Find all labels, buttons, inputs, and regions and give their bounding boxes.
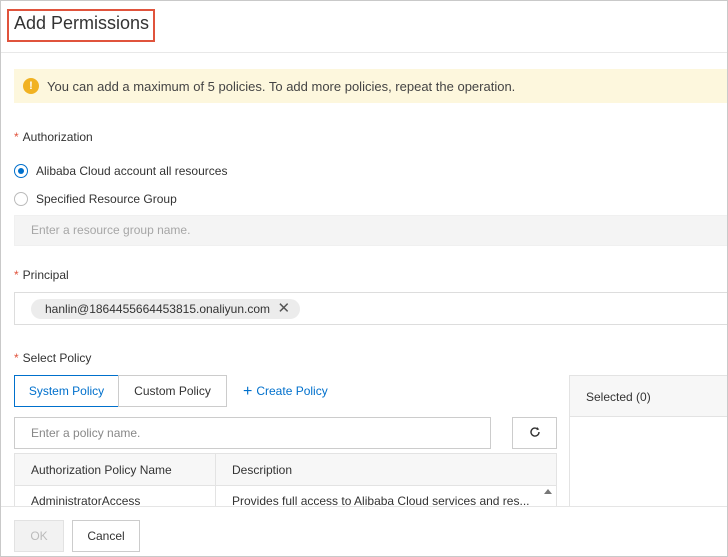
ok-button[interactable]: OK [14, 520, 64, 552]
close-icon[interactable]: ✕ [277, 299, 290, 319]
tab-system-policy[interactable]: System Policy [14, 375, 119, 407]
selected-count: Selected (0) [586, 390, 651, 404]
required-mark: * [14, 268, 19, 282]
select-policy-label: * Select Policy [14, 351, 91, 365]
resource-group-input[interactable]: Enter a resource group name. [14, 215, 727, 246]
column-header-description: Description [232, 463, 293, 477]
scroll-up-arrow-icon[interactable] [544, 489, 552, 494]
notice-banner: ! You can add a maximum of 5 policies. T… [14, 69, 727, 103]
principal-tag-text: hanlin@1864455664453815.onaliyun.com [45, 302, 271, 316]
select-policy-label-text: Select Policy [22, 351, 92, 365]
radio-button-checked[interactable] [14, 164, 28, 178]
warning-icon: ! [23, 78, 39, 94]
refresh-icon [529, 427, 540, 437]
create-policy-link[interactable]: + Create Policy [243, 383, 328, 401]
column-header-name: Authorization Policy Name [31, 463, 172, 477]
radio-all-resources[interactable]: Alibaba Cloud account all resources [14, 163, 227, 179]
selected-header: Selected (0) [570, 376, 727, 417]
authorization-label-text: Authorization [22, 130, 93, 144]
required-mark: * [14, 130, 19, 144]
create-policy-label: Create Policy [256, 384, 328, 398]
principal-label-text: Principal [22, 268, 69, 282]
dialog-footer: OK Cancel [1, 506, 727, 556]
radio-resource-group[interactable]: Specified Resource Group [14, 191, 177, 207]
column-divider [215, 454, 216, 512]
dialog-title: Add Permissions [14, 13, 150, 33]
policy-table: Authorization Policy Name Description Ad… [14, 453, 557, 513]
radio-button[interactable] [14, 192, 28, 206]
refresh-button[interactable] [512, 417, 557, 449]
selected-panel: Selected (0) [569, 375, 727, 515]
tab-custom-policy[interactable]: Custom Policy [118, 375, 227, 407]
plus-icon: + [243, 383, 253, 400]
cancel-button[interactable]: Cancel [72, 520, 140, 552]
principal-label: * Principal [14, 268, 69, 282]
notice-text: You can add a maximum of 5 policies. To … [47, 79, 516, 94]
radio-label-resource-group: Specified Resource Group [36, 192, 177, 206]
authorization-label: * Authorization [14, 130, 93, 144]
principal-tag: hanlin@1864455664453815.onaliyun.com ✕ [31, 299, 301, 319]
policy-search-input[interactable]: Enter a policy name. [14, 417, 491, 449]
add-permissions-dialog: Add Permissions ! You can add a maximum … [0, 0, 728, 557]
radio-label-all-resources: Alibaba Cloud account all resources [36, 164, 228, 178]
header-divider [1, 52, 727, 53]
required-mark: * [14, 351, 19, 365]
table-header: Authorization Policy Name Description [15, 454, 556, 486]
principal-field[interactable]: hanlin@1864455664453815.onaliyun.com ✕ [14, 292, 727, 325]
